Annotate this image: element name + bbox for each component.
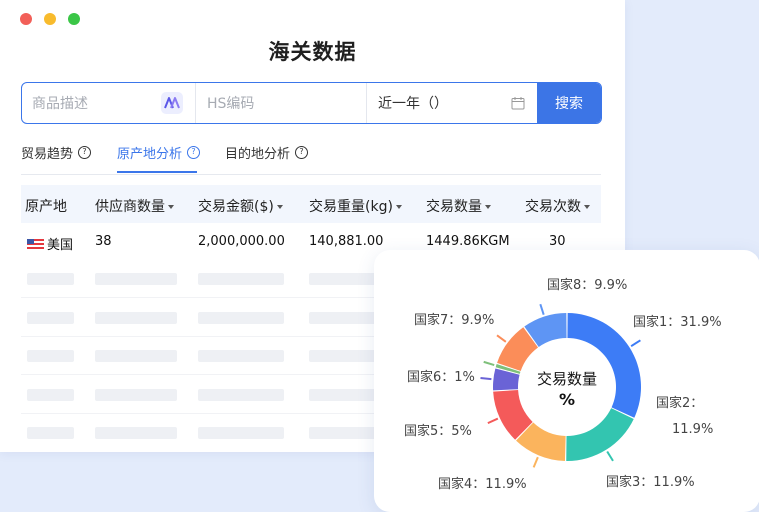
sort-caret-icon[interactable] bbox=[485, 205, 491, 209]
analysis-tabs: 贸易趋势 ? 原产地分析 ? 目的地分析 ? bbox=[21, 142, 601, 175]
ai-assist-icon[interactable] bbox=[161, 92, 183, 114]
cell-trade-quantity: 1449.86KGM bbox=[426, 234, 510, 249]
column-header-trade-weight[interactable]: 交易重量(kg) bbox=[309, 196, 402, 216]
column-header-supplier-count[interactable]: 供应商数量 bbox=[95, 196, 174, 216]
slice-label-6: 国家6：1% bbox=[407, 370, 475, 385]
slice-value-label-2: 11.9% bbox=[672, 422, 714, 437]
help-icon[interactable]: ? bbox=[295, 145, 309, 159]
slice-label-4: 国家4：11.9% bbox=[438, 477, 527, 492]
close-window-button[interactable] bbox=[20, 13, 32, 25]
slice-label-3: 国家3：11.9% bbox=[606, 475, 695, 490]
calendar-icon bbox=[511, 97, 525, 110]
product-description-input[interactable]: 商品描述 bbox=[22, 83, 196, 123]
page-title: 海关数据 bbox=[268, 40, 357, 64]
tab-origin-analysis[interactable]: 原产地分析 ? bbox=[117, 142, 201, 162]
slice-label-7: 国家7：9.9% bbox=[414, 313, 495, 328]
minimize-window-button[interactable] bbox=[44, 13, 56, 25]
help-icon[interactable]: ? bbox=[187, 145, 201, 159]
product-description-placeholder: 商品描述 bbox=[32, 96, 88, 112]
column-header-trade-quantity[interactable]: 交易数量 bbox=[426, 196, 491, 216]
table-header: 原产地 供应商数量 交易金额($) 交易重量(kg) 交易数量 交易次数 bbox=[21, 185, 601, 223]
cell-origin: 美国 bbox=[27, 234, 73, 253]
label-leader-line-8 bbox=[539, 303, 545, 315]
search-bar: 商品描述 HS编码 近一年（） 搜索 bbox=[21, 82, 602, 124]
slice-label-5: 国家5：5% bbox=[404, 424, 472, 439]
slice-label-8: 国家8：9.9% bbox=[547, 278, 628, 293]
label-leader-line-2 bbox=[606, 450, 614, 462]
column-header-origin: 原产地 bbox=[25, 199, 67, 215]
cell-trade-count: 30 bbox=[549, 234, 566, 249]
donut-chart-card: 交易数量 % 国家1：31.9% 11.9% 国家2： 国家3：11.9% 国家4：11… bbox=[374, 250, 759, 512]
tab-destination-analysis-label: 目的地分析 bbox=[225, 146, 291, 162]
sort-caret-icon[interactable] bbox=[168, 205, 174, 209]
tab-trade-trend-label: 贸易趋势 bbox=[21, 146, 74, 162]
search-button[interactable]: 搜索 bbox=[537, 83, 601, 123]
sort-caret-icon[interactable] bbox=[276, 205, 283, 209]
hs-code-placeholder: HS编码 bbox=[207, 96, 255, 112]
cell-trade-weight: 140,881.00 bbox=[309, 234, 384, 249]
active-tab-indicator bbox=[117, 171, 197, 173]
slice-label-1: 国家1：31.9% bbox=[633, 315, 722, 330]
tab-origin-analysis-label: 原产地分析 bbox=[117, 146, 183, 162]
window-controls bbox=[20, 13, 80, 25]
label-leader-line-6 bbox=[483, 360, 495, 367]
sort-caret-icon[interactable] bbox=[584, 205, 590, 209]
hs-code-input[interactable]: HS编码 bbox=[196, 83, 367, 123]
maximize-window-button[interactable] bbox=[68, 13, 80, 25]
date-range-value: 近一年（） bbox=[378, 96, 448, 112]
help-icon[interactable]: ? bbox=[78, 145, 92, 159]
us-flag-icon bbox=[27, 239, 44, 250]
tab-destination-analysis[interactable]: 目的地分析 ? bbox=[225, 142, 309, 162]
label-leader-line-3 bbox=[532, 456, 539, 468]
date-range-picker[interactable]: 近一年（） bbox=[367, 83, 537, 123]
label-leader-line-4 bbox=[487, 417, 499, 425]
slice-label-2: 国家2： bbox=[656, 396, 704, 411]
label-leader-line-7 bbox=[496, 334, 507, 343]
sort-caret-icon[interactable] bbox=[395, 205, 402, 209]
label-leader-line-1 bbox=[630, 339, 641, 348]
column-header-trade-amount[interactable]: 交易金额($) bbox=[198, 196, 283, 216]
tab-trade-trend[interactable]: 贸易趋势 ? bbox=[21, 142, 92, 162]
cell-supplier-count: 38 bbox=[95, 234, 112, 249]
cell-trade-amount: 2,000,000.00 bbox=[198, 234, 285, 249]
column-header-trade-count[interactable]: 交易次数 bbox=[525, 196, 590, 216]
